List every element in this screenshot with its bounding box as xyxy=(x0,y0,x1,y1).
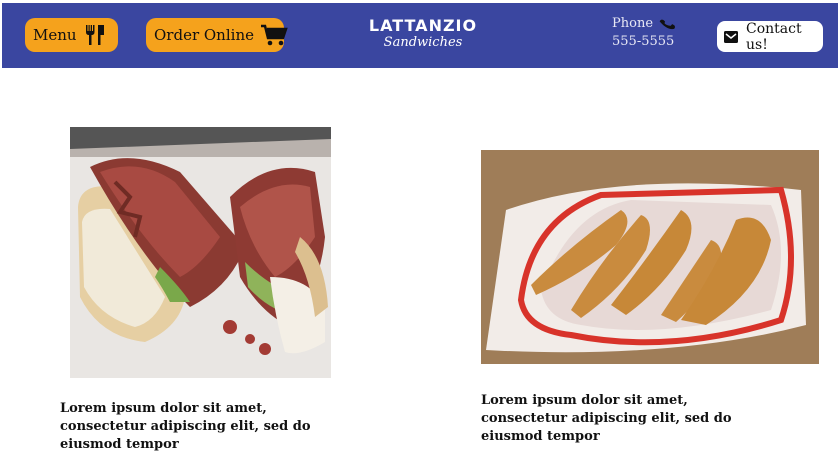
order-online-label: Order Online xyxy=(154,26,254,44)
cart-icon xyxy=(260,23,288,47)
caption-1: Lorem ipsum dolor sit amet, consectetur … xyxy=(60,401,311,452)
navbar: Menu Order Online LATTANZIO Sandwiches P… xyxy=(2,3,838,68)
caption-2: Lorem ipsum dolor sit amet, consectetur … xyxy=(481,393,732,444)
order-online-button[interactable]: Order Online xyxy=(146,18,288,52)
sandwich-photo xyxy=(70,127,331,378)
contact-button[interactable]: Contact us! xyxy=(717,20,823,53)
phone-info: Phone 555-5555 xyxy=(612,15,675,51)
chicken-tenders-photo xyxy=(481,150,819,364)
envelope-icon xyxy=(723,30,739,44)
phone-number[interactable]: 555-5555 xyxy=(612,33,675,51)
menu-button-label: Menu xyxy=(33,26,77,44)
contact-button-label: Contact us! xyxy=(746,20,802,53)
menu-button[interactable]: Menu xyxy=(25,18,118,52)
utensils-icon xyxy=(83,23,107,47)
phone-icon xyxy=(659,16,675,32)
phone-label: Phone xyxy=(612,16,654,31)
logo-subtitle: Sandwiches xyxy=(383,35,463,50)
logo-title: LATTANZIO xyxy=(368,16,478,35)
brand-logo[interactable]: LATTANZIO Sandwiches xyxy=(367,17,479,51)
